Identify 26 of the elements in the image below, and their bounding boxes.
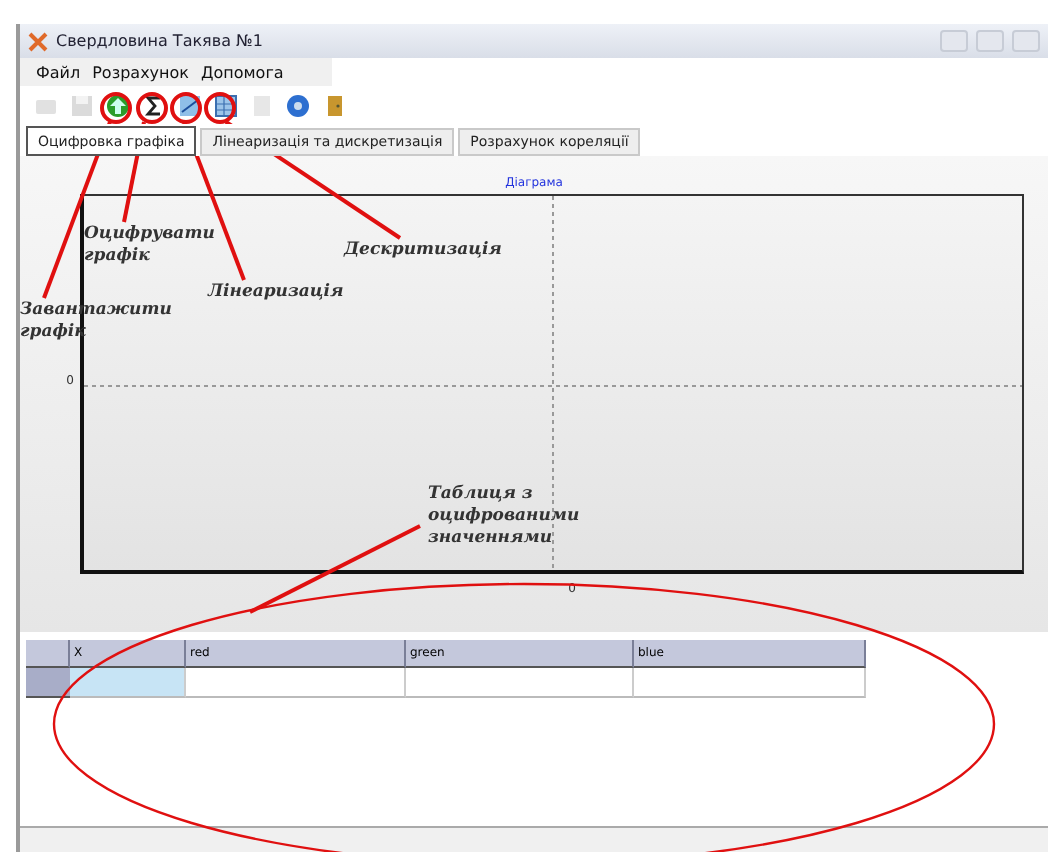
annotation-label: Таблиця з оцифрованими значеннями xyxy=(428,484,582,550)
highlight-circle xyxy=(170,92,202,124)
annotation-label: Оцифрувати графік xyxy=(84,224,215,268)
window-title: Свердловина Такява №1 xyxy=(56,32,265,50)
up-arrow-icon xyxy=(106,93,130,117)
scroll-bar[interactable] xyxy=(20,826,1048,852)
table-cell[interactable] xyxy=(634,668,866,698)
menu-item[interactable]: Допомога xyxy=(201,63,284,81)
help-icon xyxy=(286,93,310,117)
highlight-circle xyxy=(136,92,168,124)
table-cell[interactable] xyxy=(186,668,406,698)
document-icon xyxy=(250,93,274,117)
table-cell[interactable] xyxy=(70,668,186,698)
app-icon xyxy=(28,31,48,51)
annotation-label: Лінеаризація xyxy=(208,282,344,304)
highlight-circle xyxy=(204,92,236,124)
column-header xyxy=(26,640,70,668)
floppy-icon xyxy=(70,93,94,117)
menu-item[interactable]: Розрахунок xyxy=(92,63,189,81)
menu-item[interactable]: Файл xyxy=(36,63,81,81)
annotation-label: Дескритизація xyxy=(344,240,502,262)
highlight-circle xyxy=(100,92,132,124)
sigma-icon xyxy=(142,93,166,117)
table-cell[interactable] xyxy=(406,668,634,698)
row-header[interactable] xyxy=(26,668,70,698)
door-icon xyxy=(322,93,346,117)
